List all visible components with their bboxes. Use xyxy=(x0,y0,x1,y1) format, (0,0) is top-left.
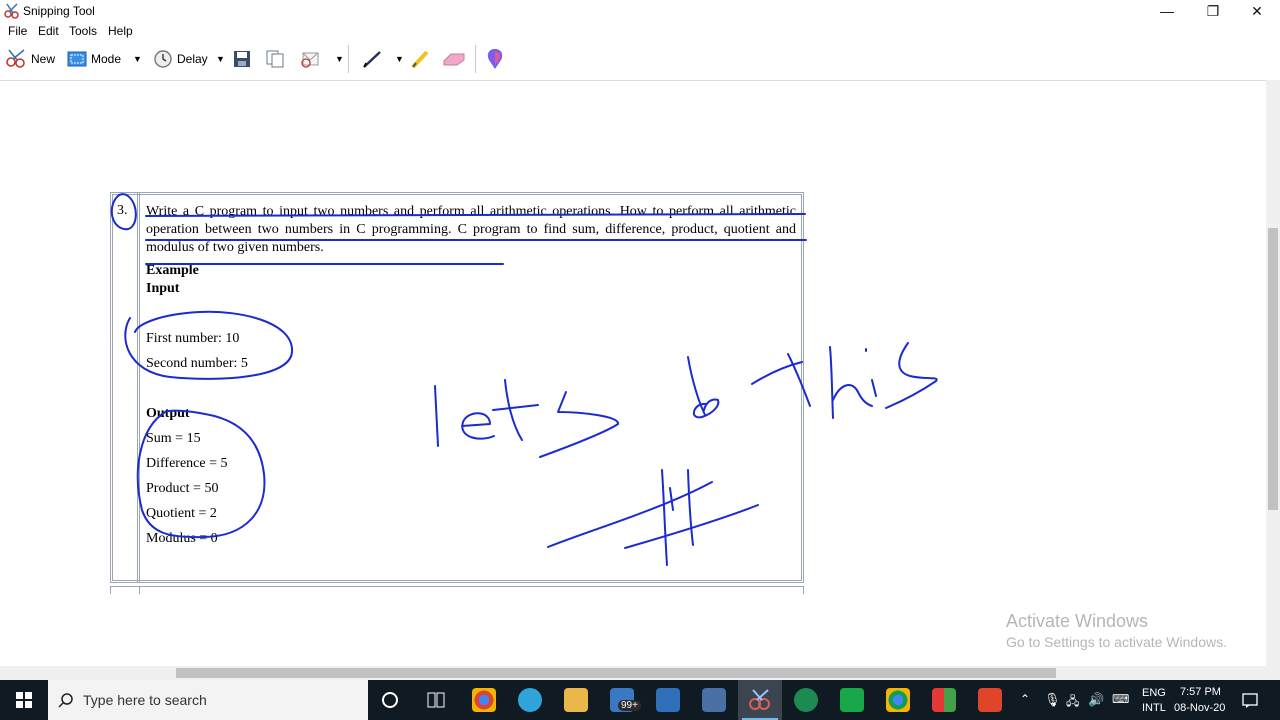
language-line2[interactable]: INTL xyxy=(1142,702,1166,714)
horizontal-scrollbar[interactable] xyxy=(0,666,1266,680)
search-placeholder: Type here to search xyxy=(83,692,207,708)
clock-time[interactable]: 7:57 PM xyxy=(1180,686,1221,698)
cortana-icon[interactable] xyxy=(382,692,398,708)
code-editor-icon[interactable] xyxy=(840,688,864,712)
calculator-icon[interactable] xyxy=(702,688,726,712)
taskbar-search-box[interactable]: Type here to search xyxy=(48,680,368,720)
app-green-icon[interactable] xyxy=(794,688,818,712)
edge-icon[interactable] xyxy=(518,688,542,712)
volume-icon[interactable]: 🔊 xyxy=(1088,692,1104,708)
language-line1[interactable]: ENG xyxy=(1142,687,1166,699)
tray-chevron-icon[interactable]: ⌃ xyxy=(1020,692,1030,706)
vertical-scroll-thumb[interactable] xyxy=(1268,228,1278,510)
snipping-tool-taskbar-icon xyxy=(749,689,770,710)
microphone-icon[interactable]: 🎙 xyxy=(1044,692,1061,708)
windows-icon xyxy=(16,692,32,708)
app-multicolor-icon[interactable] xyxy=(932,688,956,712)
horizontal-scroll-thumb[interactable] xyxy=(176,668,1056,678)
start-button[interactable] xyxy=(0,680,48,720)
network-icon[interactable]: 🖧 xyxy=(1066,692,1079,713)
vertical-scrollbar[interactable] xyxy=(1266,80,1280,666)
keyboard-icon[interactable]: ⌨ xyxy=(1112,692,1129,706)
store-icon[interactable] xyxy=(656,688,680,712)
snipping-tool-taskbar-active[interactable] xyxy=(738,680,782,720)
chrome-profile-icon[interactable] xyxy=(886,688,910,712)
activate-windows-subtitle: Go to Settings to activate Windows. xyxy=(1006,634,1227,650)
taskbar: Type here to search 99+ ⌃ 🎙 🖧 🔊 ⌨ ENG IN… xyxy=(0,680,1280,720)
mail-badge: 99+ xyxy=(618,700,641,711)
scrollbar-corner xyxy=(1266,666,1280,680)
task-view-icon[interactable] xyxy=(427,692,445,708)
clock-date[interactable]: 08-Nov-20 xyxy=(1174,702,1225,714)
file-explorer-icon[interactable] xyxy=(564,688,588,712)
ink-annotations xyxy=(110,193,938,566)
search-icon xyxy=(58,693,73,708)
notifications-icon[interactable] xyxy=(1242,692,1258,708)
chrome-icon[interactable] xyxy=(472,688,496,712)
activate-windows-title: Activate Windows xyxy=(1006,611,1149,631)
app-red-icon[interactable] xyxy=(978,688,1002,712)
